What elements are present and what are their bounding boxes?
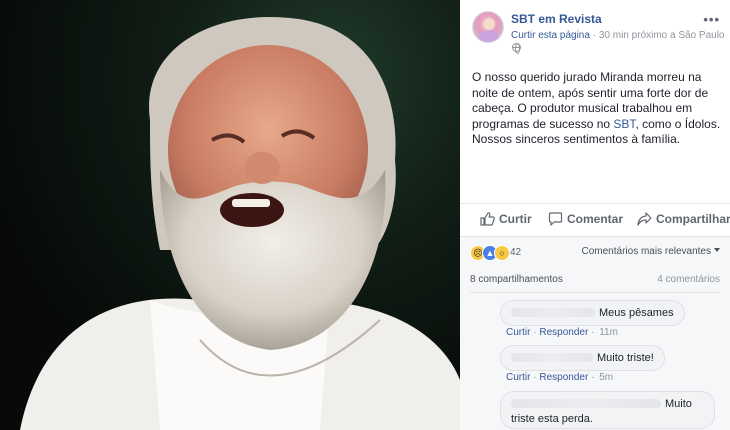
comment-actions: Curtir · Responder · 11m (506, 327, 618, 338)
post-photo[interactable] (0, 0, 460, 430)
comment-text: Muito (665, 398, 692, 410)
comment-like-link[interactable]: Curtir (506, 327, 530, 338)
share-arrow-icon (637, 212, 652, 226)
comment-text: Meus pêsames (599, 307, 674, 319)
comment-bubble[interactable]: Muito triste esta perda. (500, 391, 715, 429)
shares-count-link[interactable]: 8 compartilhamentos (470, 274, 563, 285)
post-header: SBT em Revista ••• Curtir esta página · … (460, 0, 730, 60)
page-name-link[interactable]: SBT em Revista (511, 12, 602, 26)
comment-reply-link[interactable]: Responder (539, 372, 588, 383)
blurred-author-name (511, 353, 593, 362)
post-timestamp[interactable]: 30 min (599, 30, 629, 41)
globe-icon (512, 43, 521, 54)
counts-row: 8 compartilhamentos 4 comentários (470, 274, 720, 292)
comment-bubble[interactable]: Muito triste! (500, 345, 665, 371)
post-location[interactable]: próximo a São Paulo (632, 30, 725, 41)
comment-actions: Curtir · Responder · 5m (506, 372, 614, 383)
post-panel: SBT em Revista ••• Curtir esta página · … (460, 0, 730, 430)
comment-text: Muito triste! (597, 352, 654, 364)
divider (470, 292, 720, 293)
hashtag-link-sbt[interactable]: SBT (613, 117, 635, 131)
wow-reaction-icon: ○ (494, 245, 510, 261)
comment-button[interactable]: Comentar (548, 212, 623, 226)
engagement-section: ☹ ▲ ○ 42 Comentários mais relevantes 8 c… (460, 237, 730, 430)
blurred-author-name (511, 399, 661, 408)
thumbs-up-icon (480, 212, 495, 226)
like-label: Curtir (499, 212, 532, 226)
comment-time[interactable]: 11m (599, 327, 618, 338)
like-button[interactable]: Curtir (480, 212, 532, 226)
comment-reply-link[interactable]: Responder (539, 327, 588, 338)
comment-sort-label: Comentários mais relevantes (581, 246, 712, 257)
page-avatar[interactable] (472, 11, 504, 43)
comments-count-link[interactable]: 4 comentários (657, 274, 720, 285)
post-actions: Curtir Comentar Compartilhar (460, 203, 730, 237)
like-page-link[interactable]: Curtir esta página (511, 30, 590, 41)
comment-text-continued: triste esta perda. (511, 413, 593, 425)
share-label: Compartilhar (656, 212, 730, 226)
comment-like-link[interactable]: Curtir (506, 372, 530, 383)
share-button[interactable]: Compartilhar (637, 212, 730, 226)
comment-bubble-icon (548, 212, 563, 226)
comment-label: Comentar (567, 212, 624, 226)
blurred-author-name (511, 308, 595, 317)
meta-separator: · (592, 30, 597, 41)
reaction-count[interactable]: 42 (510, 247, 521, 258)
post-body: O nosso querido jurado Miranda morreu na… (472, 70, 730, 148)
comment-sort-dropdown[interactable]: Comentários mais relevantes (581, 246, 720, 257)
bearded-man-illustration (20, 16, 460, 430)
comment-bubble[interactable]: Meus pêsames (500, 300, 685, 326)
more-icon[interactable]: ••• (703, 12, 720, 27)
chevron-down-icon (714, 248, 720, 252)
post-meta: Curtir esta página · 30 min próximo a Sã… (511, 30, 724, 41)
comment-time[interactable]: 5m (599, 372, 613, 383)
